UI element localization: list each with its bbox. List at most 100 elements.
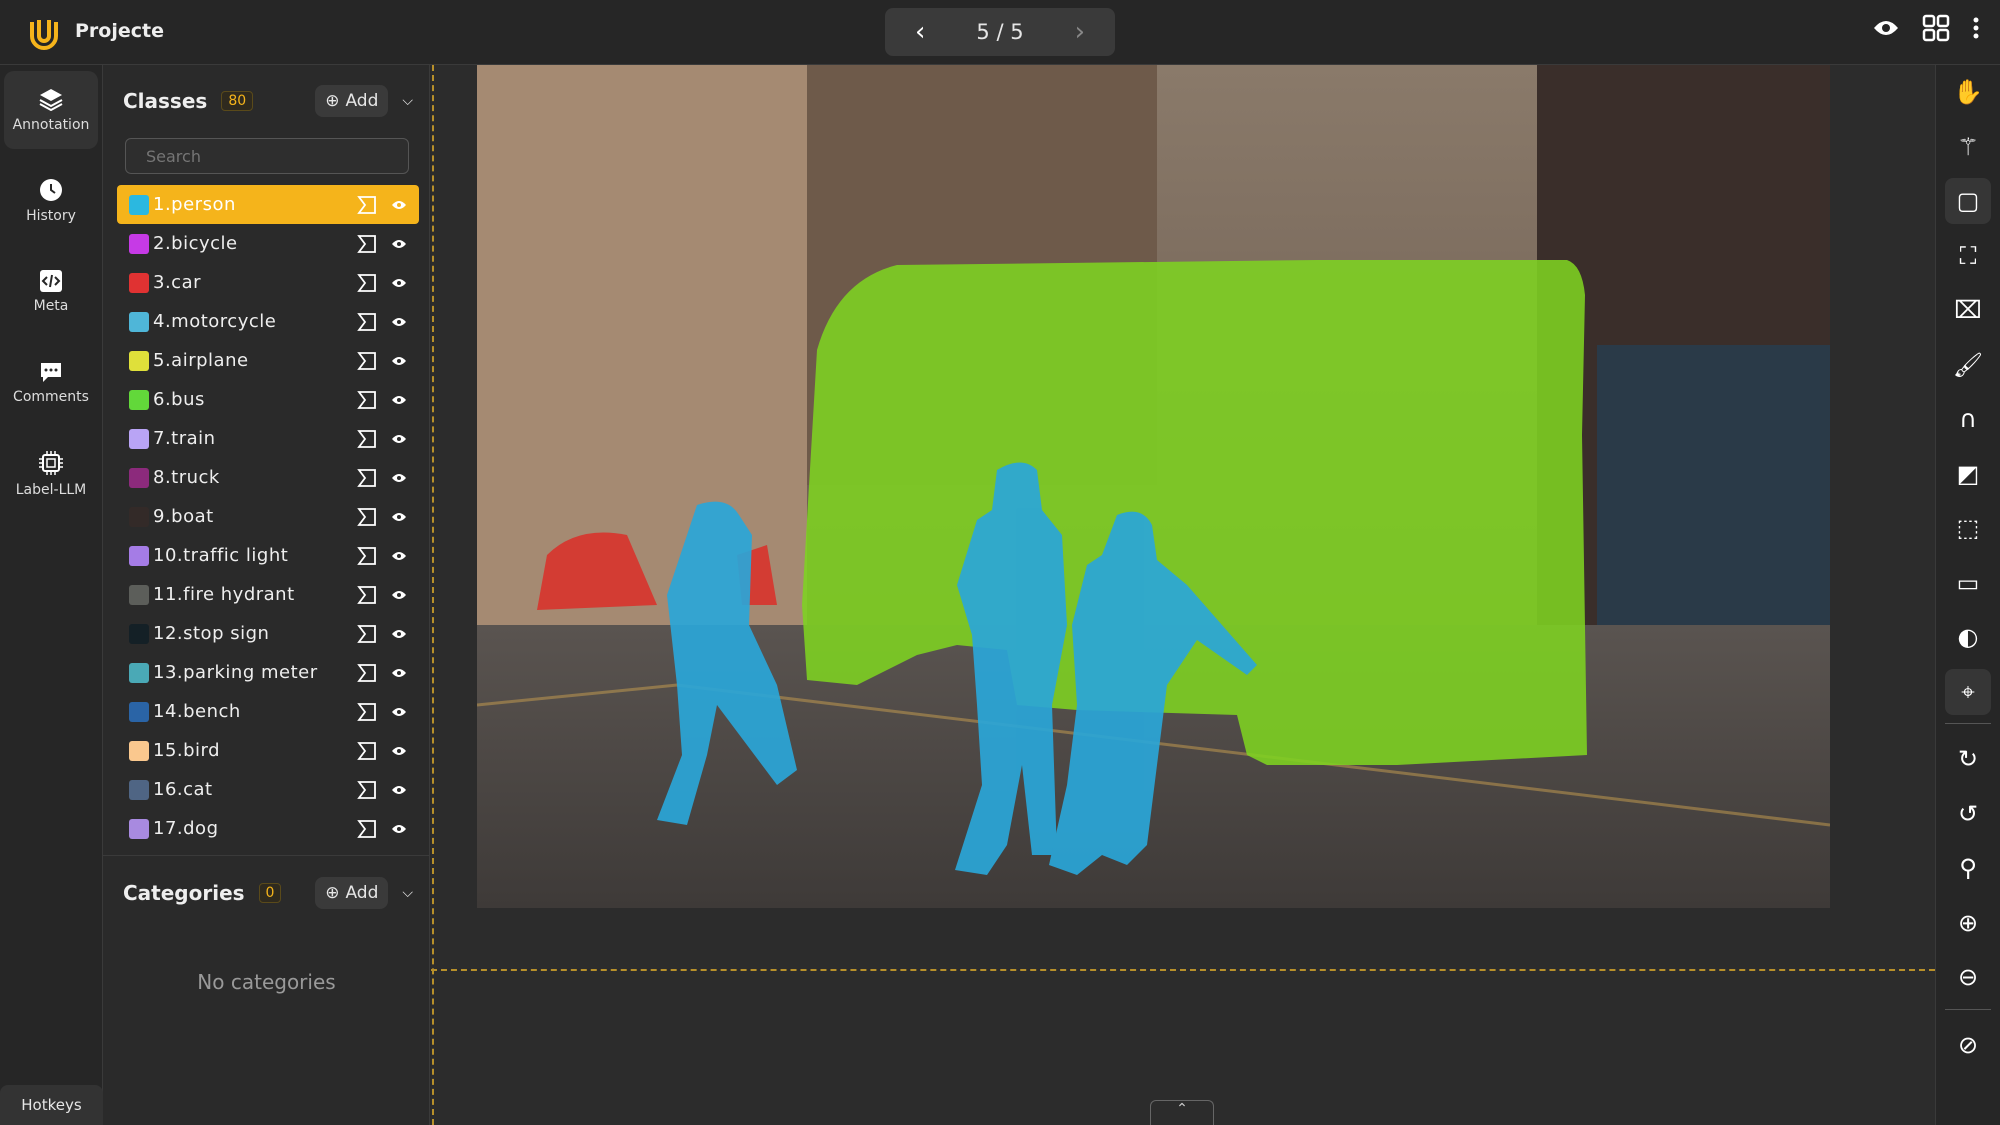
edit-points-icon[interactable]: ⬚ (1945, 505, 1991, 551)
comment-icon[interactable]: ▭ (1945, 560, 1991, 606)
chevron-down-icon[interactable]: ⌵ (402, 93, 413, 109)
class-item[interactable]: 3.car (117, 263, 419, 302)
polygon-icon[interactable] (357, 702, 377, 722)
polygon-icon[interactable] (357, 195, 377, 215)
polygon-icon[interactable] (357, 429, 377, 449)
eye-icon[interactable] (391, 277, 407, 289)
magic-wand-icon[interactable]: ⚚ (1945, 124, 1991, 170)
class-label: 14.bench (153, 701, 241, 722)
class-item[interactable]: 14.bench (117, 692, 419, 731)
polygon-icon[interactable]: ⌧ (1945, 287, 1991, 333)
no-categories-text: No categories (197, 970, 336, 994)
class-label: 10.traffic light (153, 545, 289, 566)
polygon-icon[interactable] (357, 585, 377, 605)
nav-label-llm[interactable]: Label-LLM (4, 435, 98, 513)
class-item[interactable]: 13.parking meter (117, 653, 419, 692)
class-list[interactable]: 1.person 2.bicycle 3.car 4.motorcycle 5.… (117, 185, 419, 905)
nav-meta[interactable]: Meta (4, 253, 98, 331)
clock-icon (40, 179, 62, 201)
opacity-icon[interactable]: ◐ (1945, 614, 1991, 660)
class-item[interactable]: 17.dog (117, 809, 419, 848)
eye-icon[interactable] (391, 628, 407, 640)
class-search-input[interactable] (125, 138, 409, 174)
polygon-icon[interactable] (357, 546, 377, 566)
eye-icon[interactable] (391, 472, 407, 484)
class-item[interactable]: 1.person (117, 185, 419, 224)
nav-label: History (26, 208, 76, 224)
polygon-icon[interactable] (357, 351, 377, 371)
zoom-fit-icon[interactable]: ⚲ (1945, 845, 1991, 891)
add-category-button[interactable]: ⊕ Add (315, 877, 389, 909)
auto-segment-icon[interactable]: ⛶ (1945, 233, 1991, 279)
eye-icon[interactable] (391, 394, 407, 406)
chevron-left-icon[interactable]: ‹ (915, 17, 925, 47)
class-item[interactable]: 9.boat (117, 497, 419, 536)
rotate-left-icon[interactable]: ↺ (1945, 791, 1991, 837)
class-item[interactable]: 2.bicycle (117, 224, 419, 263)
class-item[interactable]: 15.bird (117, 731, 419, 770)
eye-icon[interactable] (391, 511, 407, 523)
polygon-icon[interactable] (357, 468, 377, 488)
eye-icon[interactable] (1872, 18, 1900, 38)
polygon-icon[interactable] (357, 312, 377, 332)
grid-layout-icon[interactable] (1922, 14, 1950, 42)
class-item[interactable]: 10.traffic light (117, 536, 419, 575)
chevron-right-icon[interactable]: › (1075, 17, 1085, 47)
brush-icon[interactable]: 🖌 (1945, 342, 1991, 388)
class-color-swatch (129, 233, 149, 254)
magnet-icon[interactable]: ∩ (1945, 396, 1991, 442)
class-item[interactable]: 7.train (117, 419, 419, 458)
eye-icon[interactable] (391, 589, 407, 601)
annotated-image[interactable] (477, 65, 1830, 908)
hotkeys-button[interactable]: Hotkeys (0, 1085, 103, 1125)
class-item[interactable]: 8.truck (117, 458, 419, 497)
polygon-icon[interactable] (357, 507, 377, 527)
add-class-button[interactable]: ⊕ Add (315, 85, 389, 117)
polygon-icon[interactable] (357, 390, 377, 410)
eye-icon[interactable] (391, 706, 407, 718)
polygon-icon[interactable] (357, 273, 377, 293)
zoom-in-icon[interactable]: ⊕ (1945, 900, 1991, 946)
nav-annotation[interactable]: Annotation (4, 71, 98, 149)
chevron-up-icon[interactable]: ⌃ (1150, 1100, 1214, 1125)
eye-icon[interactable] (391, 316, 407, 328)
class-label: 16.cat (153, 779, 213, 800)
eye-icon[interactable] (391, 667, 407, 679)
eye-icon[interactable] (391, 823, 407, 835)
more-vertical-icon[interactable] (1972, 16, 1980, 40)
nav-history[interactable]: History (4, 162, 98, 240)
polygon-icon[interactable] (357, 663, 377, 683)
class-label: 4.motorcycle (153, 311, 277, 332)
rectangle-icon[interactable]: ▢ (1945, 178, 1991, 224)
class-item[interactable]: 4.motorcycle (117, 302, 419, 341)
class-item[interactable]: 16.cat (117, 770, 419, 809)
eye-icon[interactable] (391, 784, 407, 796)
polygon-icon[interactable] (357, 780, 377, 800)
chevron-down-icon[interactable]: ⌵ (402, 885, 413, 901)
polygon-icon[interactable] (357, 741, 377, 761)
class-item[interactable]: 11.fire hydrant (117, 575, 419, 614)
polygon-icon[interactable] (357, 819, 377, 839)
hand-icon[interactable]: ✋ (1945, 69, 1991, 115)
class-item[interactable]: 6.bus (117, 380, 419, 419)
rotate-right-icon[interactable]: ↻ (1945, 736, 1991, 782)
class-item[interactable]: 5.airplane (117, 341, 419, 380)
eye-icon[interactable] (391, 199, 407, 211)
canvas-boundary (431, 969, 1935, 971)
nav-comments[interactable]: Comments (4, 344, 98, 422)
eye-icon[interactable] (391, 550, 407, 562)
class-color-swatch (129, 818, 149, 839)
eye-icon[interactable] (391, 355, 407, 367)
polygon-icon[interactable] (357, 624, 377, 644)
eye-icon[interactable] (391, 238, 407, 250)
eye-icon[interactable] (391, 745, 407, 757)
eye-icon[interactable] (391, 433, 407, 445)
class-color-swatch (129, 623, 149, 644)
crosshair-icon[interactable]: ⌖ (1945, 668, 1991, 715)
polygon-icon[interactable] (357, 234, 377, 254)
class-label: 7.train (153, 428, 216, 449)
hide-icon[interactable]: ⊘ (1945, 1022, 1991, 1068)
eraser-icon[interactable]: ◩ (1945, 451, 1991, 497)
zoom-out-icon[interactable]: ⊖ (1945, 954, 1991, 1000)
class-item[interactable]: 12.stop sign (117, 614, 419, 653)
